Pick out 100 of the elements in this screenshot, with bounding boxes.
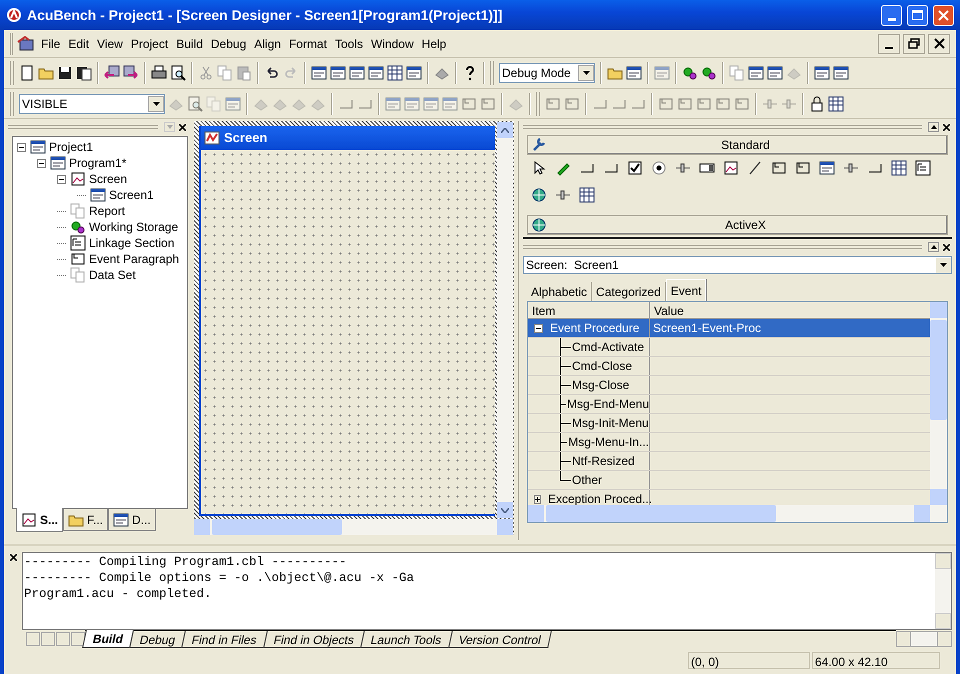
property-name[interactable]: Msg-Init-Menu — [572, 414, 649, 432]
checkbox-icon[interactable] — [627, 160, 643, 176]
disks-icon[interactable] — [76, 65, 92, 81]
property-tab[interactable]: Event — [666, 279, 706, 301]
menu-item[interactable]: Debug — [206, 34, 250, 52]
vertical-scrollbar[interactable] — [497, 122, 513, 518]
collapse-toggle[interactable] — [57, 174, 66, 184]
scroll-up-button[interactable] — [928, 122, 939, 132]
menu-item[interactable]: Align — [250, 34, 285, 52]
menu-item[interactable]: Format — [284, 34, 331, 52]
close-panel-button[interactable] — [177, 122, 188, 132]
frame-icon[interactable] — [771, 160, 787, 176]
property-name[interactable]: Exception Proced... — [548, 490, 652, 508]
close-panel-button[interactable] — [941, 242, 952, 252]
picture-icon[interactable] — [723, 160, 739, 176]
toolbox-group-header[interactable]: ActiveX — [527, 215, 948, 235]
property-name[interactable]: Other — [572, 471, 602, 489]
scroll-up-button[interactable] — [928, 242, 939, 252]
output-tab[interactable]: Find in Objects — [263, 631, 365, 648]
window-icon[interactable] — [833, 65, 849, 81]
lock-icon[interactable] — [809, 96, 825, 112]
page-icon[interactable] — [19, 65, 35, 81]
toolbox-group-header[interactable]: Standard — [527, 135, 948, 155]
vertical-scrollbar[interactable] — [930, 302, 947, 505]
printer-icon[interactable] — [151, 65, 167, 81]
menu-item[interactable]: Build — [172, 34, 207, 52]
menu-item[interactable]: View — [93, 34, 127, 52]
globe-icon[interactable] — [531, 187, 547, 203]
workspace-tab[interactable]: S... — [16, 508, 64, 532]
property-name[interactable]: Cmd-Activate — [572, 338, 644, 356]
grid-icon[interactable] — [891, 160, 907, 176]
menu-item[interactable]: Edit — [64, 34, 94, 52]
property-name[interactable]: Cmd-Close — [572, 357, 632, 375]
window-icon[interactable] — [330, 65, 346, 81]
window-icon[interactable] — [406, 65, 422, 81]
tree-item[interactable]: Program1* — [69, 154, 126, 172]
tree-item[interactable]: Project1 — [49, 138, 94, 156]
selected-row[interactable]: Event Procedure Screen1-Event-Proc — [528, 319, 930, 338]
arrow-right-icon[interactable] — [123, 65, 139, 81]
window-icon[interactable] — [368, 65, 384, 81]
minimize-document-button[interactable] — [878, 34, 900, 54]
menu-item[interactable]: Window — [366, 34, 418, 52]
workspace-tab[interactable]: D... — [108, 509, 156, 531]
close-panel-button[interactable] — [941, 122, 952, 132]
close-document-button[interactable] — [928, 34, 950, 54]
window-icon[interactable] — [748, 65, 764, 81]
caret-icon — [582, 71, 590, 75]
window-icon[interactable] — [626, 65, 642, 81]
collapse-toggle[interactable] — [534, 494, 541, 504]
object-combo[interactable]: Screen: Screen1 — [523, 256, 952, 274]
frame-icon[interactable] — [795, 160, 811, 176]
property-name[interactable]: Msg-Menu-In... — [568, 433, 649, 451]
line-icon[interactable] — [747, 160, 763, 176]
restore-document-button[interactable] — [903, 34, 925, 54]
magnifier-icon[interactable] — [170, 65, 186, 81]
design-canvas[interactable] — [201, 150, 495, 514]
collapse-toggle[interactable] — [37, 158, 46, 168]
window-icon[interactable] — [819, 160, 835, 176]
minimize-button[interactable] — [881, 4, 902, 26]
output-tab[interactable]: Debug — [129, 631, 186, 648]
mode-combo[interactable]: Debug Mode — [499, 63, 595, 83]
output-tab[interactable]: Launch Tools — [360, 631, 452, 648]
close-panel-button[interactable] — [8, 552, 18, 562]
grid-icon[interactable] — [828, 96, 844, 112]
tree-item[interactable]: Event Paragraph — [89, 250, 180, 268]
menu-item[interactable]: Help — [418, 34, 450, 52]
property-name[interactable]: Msg-End-Menu — [566, 395, 649, 413]
tree-item[interactable]: Working Storage — [89, 218, 178, 236]
window-icon[interactable] — [349, 65, 365, 81]
horizontal-scrollbar[interactable] — [528, 505, 947, 522]
horizontal-scrollbar[interactable] — [896, 631, 952, 647]
grid-icon[interactable] — [579, 187, 595, 203]
menu-item[interactable]: Tools — [330, 34, 367, 52]
menu-item[interactable]: Project — [126, 34, 172, 52]
output-tab[interactable]: Find in Files — [182, 631, 268, 648]
output-tab[interactable]: Version Control — [448, 631, 552, 648]
collapse-toggle[interactable] — [534, 324, 543, 332]
property-name[interactable]: Ntf-Resized — [572, 452, 635, 470]
output-tab[interactable]: Build — [82, 630, 134, 648]
clipboard-icon[interactable] — [236, 65, 252, 81]
workspace-tab[interactable]: F... — [63, 509, 108, 531]
tree-item[interactable]: Linkage Section — [89, 234, 174, 252]
radio-icon[interactable] — [651, 160, 667, 176]
menu-item[interactable]: File — [37, 34, 64, 52]
arrow-left-icon[interactable] — [104, 65, 120, 81]
tree-item[interactable]: Screen1 — [109, 186, 154, 204]
horizontal-scrollbar[interactable] — [194, 519, 513, 535]
window-icon[interactable] — [814, 65, 830, 81]
grid-icon[interactable] — [387, 65, 403, 81]
window-icon[interactable] — [767, 65, 783, 81]
vertical-scrollbar[interactable] — [935, 553, 951, 629]
tree-item[interactable]: Report — [89, 202, 126, 220]
close-button[interactable] — [933, 4, 954, 26]
style-combo[interactable]: VISIBLE — [19, 94, 165, 114]
collapse-toggle[interactable] — [17, 142, 26, 152]
tree-item[interactable]: Data Set — [89, 266, 136, 284]
property-name[interactable]: Msg-Close — [572, 376, 630, 394]
tree-item[interactable]: Screen — [89, 170, 128, 188]
window-icon[interactable] — [311, 65, 327, 81]
maximize-button[interactable] — [907, 4, 928, 26]
